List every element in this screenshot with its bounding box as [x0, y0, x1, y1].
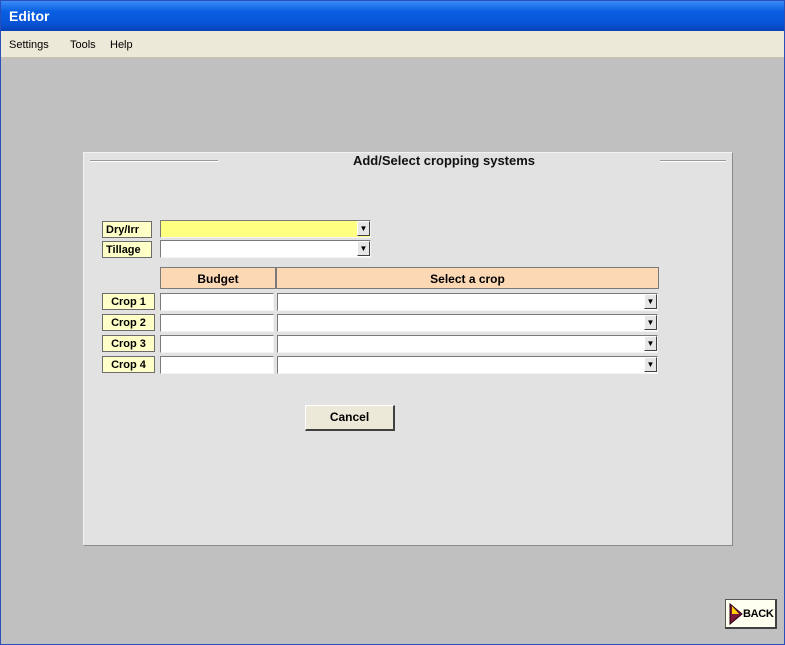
- cancel-button[interactable]: Cancel: [305, 405, 395, 431]
- crop-2-budget-field[interactable]: [160, 314, 274, 332]
- crop-4-label: Crop 4: [102, 356, 155, 373]
- crop-3-budget-field[interactable]: [160, 335, 274, 353]
- chevron-down-icon[interactable]: ▼: [644, 336, 657, 351]
- title-bar[interactable]: Editor: [1, 1, 784, 31]
- editor-window: Editor Settings Tools Help Add/Select cr…: [0, 0, 785, 645]
- window-title: Editor: [9, 8, 50, 24]
- menu-settings[interactable]: Settings: [7, 37, 51, 53]
- tillage-label: Tillage: [102, 241, 152, 258]
- crop-1-label: Crop 1: [102, 293, 155, 310]
- select-crop-column-header: Select a crop: [276, 267, 659, 289]
- tillage-select[interactable]: ▼: [160, 240, 371, 258]
- crop-3-label: Crop 3: [102, 335, 155, 352]
- chevron-down-icon[interactable]: ▼: [357, 241, 370, 256]
- crop-2-label: Crop 2: [102, 314, 155, 331]
- crop-4-budget-field[interactable]: [160, 356, 274, 374]
- crop-3-select[interactable]: ▼: [277, 335, 658, 353]
- cropping-systems-panel: Add/Select cropping systems Dry/Irr ▼ Ti…: [83, 152, 733, 546]
- menu-tools[interactable]: Tools: [68, 37, 98, 53]
- back-arrow-icon: [729, 602, 743, 626]
- back-button[interactable]: BACK: [725, 599, 777, 629]
- dry-irr-select[interactable]: ▼: [160, 220, 371, 238]
- crop-2-select[interactable]: ▼: [277, 314, 658, 332]
- client-area: Add/Select cropping systems Dry/Irr ▼ Ti…: [1, 58, 784, 644]
- crop-1-select[interactable]: ▼: [277, 293, 658, 311]
- chevron-down-icon[interactable]: ▼: [357, 221, 370, 236]
- budget-column-header: Budget: [160, 267, 276, 289]
- dry-irr-label: Dry/Irr: [102, 221, 152, 238]
- crop-1-budget-field[interactable]: [160, 293, 274, 311]
- panel-title: Add/Select cropping systems: [352, 153, 536, 168]
- menu-help[interactable]: Help: [108, 37, 135, 53]
- crop-4-select[interactable]: ▼: [277, 356, 658, 374]
- chevron-down-icon[interactable]: ▼: [644, 294, 657, 309]
- chevron-down-icon[interactable]: ▼: [644, 315, 657, 330]
- chevron-down-icon[interactable]: ▼: [644, 357, 657, 372]
- menu-bar: Settings Tools Help: [1, 31, 784, 58]
- back-label: BACK: [743, 608, 774, 620]
